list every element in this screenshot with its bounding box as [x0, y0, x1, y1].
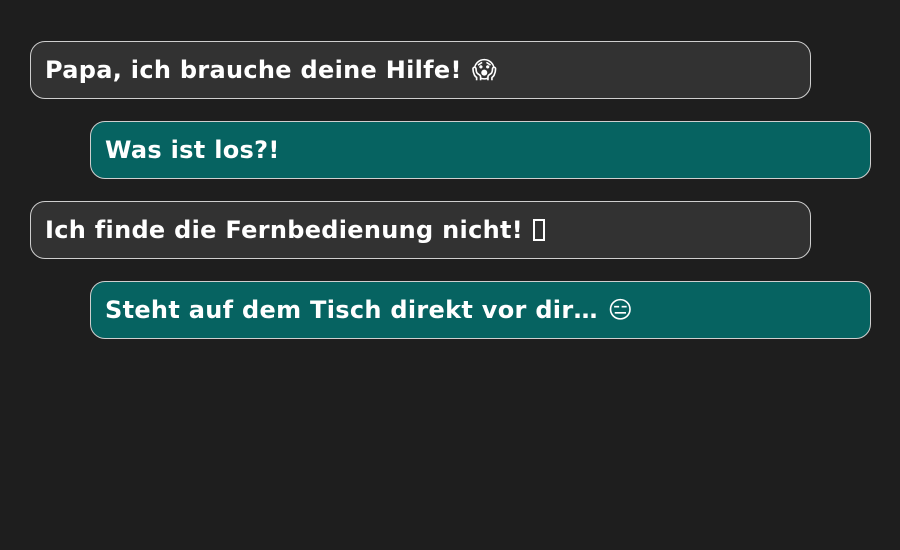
missing-glyph-icon: [533, 219, 546, 241]
message-text: Ich finde die Fernbedienung nicht!: [45, 216, 524, 244]
expressionless-face-icon: 😑: [607, 296, 634, 324]
message-text: Was ist los?!: [105, 136, 280, 164]
message-text: Papa, ich brauche deine Hilfe!: [45, 56, 462, 84]
message-bubble-incoming: Papa, ich brauche deine Hilfe! 😱: [30, 41, 811, 99]
message-bubble-outgoing: Was ist los?!: [90, 121, 871, 179]
screaming-face-icon: 😱: [471, 56, 498, 84]
message-text: Steht auf dem Tisch direkt vor dir…: [105, 296, 598, 324]
message-bubble-outgoing: Steht auf dem Tisch direkt vor dir… 😑: [90, 281, 871, 339]
message-bubble-incoming: Ich finde die Fernbedienung nicht!: [30, 201, 811, 259]
chat-thread: Papa, ich brauche deine Hilfe! 😱 Was ist…: [0, 0, 900, 550]
